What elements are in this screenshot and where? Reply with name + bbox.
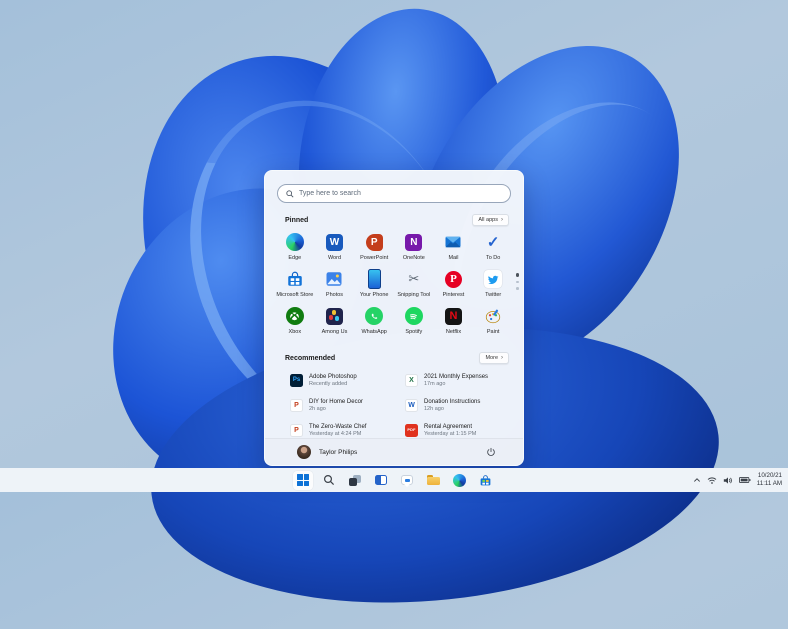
windows-logo-icon bbox=[297, 474, 309, 486]
microsoft-store-icon bbox=[480, 474, 490, 485]
tray-chevron-up-icon[interactable] bbox=[693, 476, 701, 484]
all-apps-label: All apps bbox=[478, 217, 498, 223]
volume-icon[interactable] bbox=[723, 476, 733, 485]
wifi-icon[interactable] bbox=[707, 476, 717, 485]
edge-icon bbox=[285, 232, 305, 252]
powerpoint-file-icon: P bbox=[290, 398, 303, 412]
photoshop-file-icon: Ps bbox=[290, 373, 303, 387]
xbox-icon bbox=[285, 306, 305, 326]
paint-icon bbox=[483, 306, 503, 326]
pinterest-icon: P bbox=[443, 269, 463, 289]
excel-file-icon: X bbox=[405, 373, 418, 387]
recommended-grid: Ps Adobe Photoshop Recently added X 2021… bbox=[287, 369, 513, 441]
whatsapp-icon bbox=[364, 306, 384, 326]
edge-button[interactable] bbox=[449, 471, 469, 490]
tray-time: 11:11 AM bbox=[756, 480, 782, 487]
all-apps-button[interactable]: All apps › bbox=[472, 214, 509, 226]
photos-icon bbox=[324, 269, 344, 289]
snipping-tool-icon: ✂ bbox=[408, 271, 420, 286]
pinned-pagination[interactable] bbox=[515, 273, 519, 290]
pdf-file-icon: PDF bbox=[405, 423, 418, 437]
task-view-icon bbox=[349, 474, 361, 486]
page-dot[interactable] bbox=[516, 280, 519, 283]
app-tile-mail[interactable]: Mail bbox=[434, 230, 474, 267]
among-us-icon bbox=[324, 306, 344, 326]
app-tile-among-us[interactable]: Among Us bbox=[315, 304, 355, 341]
edge-icon bbox=[452, 473, 466, 487]
search-icon bbox=[286, 185, 294, 203]
app-tile-xbox[interactable]: Xbox bbox=[275, 304, 315, 341]
chat-icon bbox=[401, 475, 413, 487]
tray-date: 10/20/21 bbox=[757, 472, 782, 480]
more-label: More bbox=[485, 355, 498, 361]
netflix-icon: N bbox=[443, 306, 463, 326]
app-tile-paint[interactable]: Paint bbox=[473, 304, 513, 341]
word-icon: W bbox=[324, 232, 344, 252]
search-placeholder: Type here to search bbox=[299, 190, 361, 197]
app-tile-word[interactable]: W Word bbox=[315, 230, 355, 267]
store-button[interactable] bbox=[475, 471, 495, 490]
user-name: Taylor Philips bbox=[319, 448, 358, 456]
chevron-right-icon: › bbox=[501, 217, 503, 223]
more-button[interactable]: More › bbox=[479, 352, 509, 364]
your-phone-icon bbox=[364, 269, 384, 289]
recommended-item[interactable]: Ps Adobe Photoshop Recently added bbox=[287, 369, 398, 391]
powerpoint-icon: P bbox=[364, 232, 384, 252]
app-tile-photos[interactable]: Photos bbox=[315, 267, 355, 304]
powerpoint-file-icon: P bbox=[290, 423, 303, 437]
clock[interactable]: 10/20/21 11:11 AM bbox=[757, 472, 782, 488]
widgets-button[interactable] bbox=[371, 471, 391, 490]
app-tile-spotify[interactable]: Spotify bbox=[394, 304, 434, 341]
todo-icon: ✓ bbox=[486, 234, 500, 251]
widgets-icon bbox=[375, 475, 387, 485]
recommended-title: Recommended bbox=[285, 354, 336, 362]
file-explorer-button[interactable] bbox=[423, 471, 443, 490]
power-button[interactable] bbox=[483, 444, 499, 460]
app-tile-netflix[interactable]: N Netflix bbox=[434, 304, 474, 341]
microsoft-store-icon bbox=[285, 269, 305, 289]
avatar bbox=[297, 445, 311, 459]
app-tile-powerpoint[interactable]: P PowerPoint bbox=[354, 230, 394, 267]
recommended-item[interactable]: W Donation Instructions 12h ago bbox=[402, 394, 513, 416]
onenote-icon: N bbox=[404, 232, 424, 252]
app-tile-microsoft-store[interactable]: Microsoft Store bbox=[275, 267, 315, 304]
taskbar: 10/20/21 11:11 AM bbox=[0, 468, 788, 492]
pinned-header: Pinned All apps › bbox=[285, 214, 509, 226]
recommended-item[interactable]: X 2021 Monthly Expenses 17m ago bbox=[402, 369, 513, 391]
task-view-button[interactable] bbox=[345, 471, 365, 490]
start-menu: Type here to search Pinned All apps › Ed… bbox=[264, 170, 524, 466]
app-tile-edge[interactable]: Edge bbox=[275, 230, 315, 267]
twitter-icon bbox=[483, 269, 503, 289]
recommended-header: Recommended More › bbox=[285, 352, 509, 364]
search-icon bbox=[323, 474, 335, 486]
app-tile-pinterest[interactable]: P Pinterest bbox=[434, 267, 474, 304]
app-tile-whatsapp[interactable]: WhatsApp bbox=[354, 304, 394, 341]
app-tile-todo[interactable]: ✓ To Do bbox=[473, 230, 513, 267]
battery-icon[interactable] bbox=[738, 476, 751, 484]
system-tray: 10/20/21 11:11 AM bbox=[693, 472, 782, 488]
app-tile-your-phone[interactable]: Your Phone bbox=[354, 267, 394, 304]
word-file-icon: W bbox=[405, 398, 418, 412]
app-tile-snipping-tool[interactable]: ✂ Snipping Tool bbox=[394, 267, 434, 304]
taskbar-center bbox=[293, 470, 495, 490]
app-tile-onenote[interactable]: N OneNote bbox=[394, 230, 434, 267]
start-menu-footer: Taylor Philips bbox=[265, 438, 523, 465]
user-profile-button[interactable]: Taylor Philips bbox=[297, 445, 357, 459]
recommended-item[interactable]: P DIY for Home Decor 2h ago bbox=[287, 394, 398, 416]
pinned-grid: Edge W Word P PowerPoint N OneNote Mail … bbox=[275, 230, 513, 341]
pinned-title: Pinned bbox=[285, 216, 309, 224]
taskbar-search-button[interactable] bbox=[319, 471, 339, 490]
page-dot[interactable] bbox=[516, 287, 519, 290]
file-explorer-icon bbox=[426, 475, 440, 485]
app-tile-twitter[interactable]: Twitter bbox=[473, 267, 513, 304]
chevron-right-icon: › bbox=[501, 355, 503, 361]
mail-icon bbox=[443, 232, 463, 252]
chat-button[interactable] bbox=[397, 471, 417, 490]
search-input[interactable]: Type here to search bbox=[277, 184, 511, 203]
page-dot-active[interactable] bbox=[515, 273, 519, 277]
spotify-icon bbox=[404, 306, 424, 326]
start-button[interactable] bbox=[293, 470, 313, 490]
